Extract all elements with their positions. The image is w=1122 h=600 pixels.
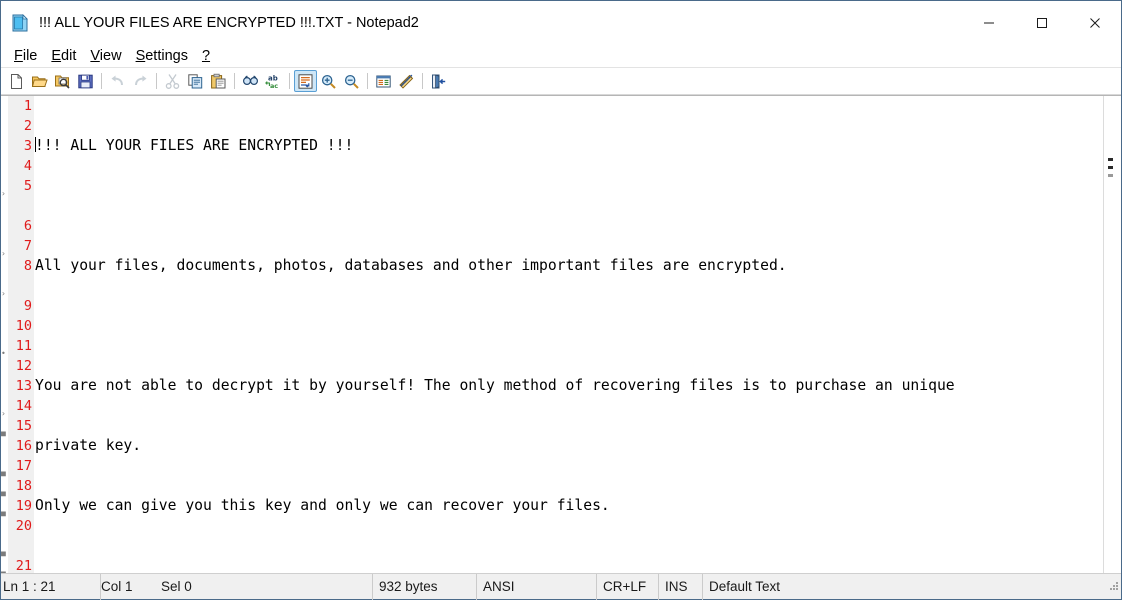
minimize-button[interactable] [962, 1, 1015, 44]
exit-icon[interactable] [427, 70, 450, 92]
line-number: 6 [23, 218, 32, 234]
line-number: 12 [15, 358, 32, 374]
text-content[interactable]: !!! ALL YOUR FILES ARE ENCRYPTED !!! All… [34, 96, 1103, 573]
text-line: All your files, documents, photos, datab… [35, 256, 1103, 276]
browse-file-icon[interactable] [51, 70, 74, 92]
text-line: Only we can give you this key and only w… [35, 496, 1103, 516]
status-position: Ln 1 : 21 [1, 573, 101, 600]
paste-icon[interactable] [207, 70, 230, 92]
window-controls [962, 1, 1121, 44]
scheme-icon[interactable] [372, 70, 395, 92]
status-encoding[interactable]: ANSI [477, 573, 597, 600]
line-number-continuation [8, 276, 32, 296]
text-line-content: All your files, documents, photos, datab… [35, 257, 787, 274]
replace-icon[interactable]: ab ac [262, 70, 285, 92]
scrollbar-marker [1108, 158, 1113, 161]
line-number: 14 [15, 398, 32, 414]
undo-icon[interactable] [106, 70, 129, 92]
status-column: Col 1 [101, 579, 133, 594]
menu-item-file[interactable]: File [7, 46, 44, 66]
toolbar-separator [156, 73, 157, 89]
line-number: 10 [15, 318, 32, 334]
vertical-scrollbar[interactable] [1103, 96, 1121, 573]
line-number: 5 [23, 178, 32, 194]
status-bytes: 932 bytes [373, 573, 477, 600]
line-number: 2 [23, 118, 32, 134]
text-line-content: Only we can give you this key and only w… [35, 497, 610, 514]
scrollbar-marker [1108, 166, 1113, 169]
menu-item-edit[interactable]: Edit [44, 46, 83, 66]
text-line-wrapped: private key. [35, 436, 1103, 456]
line-number: 20 [15, 518, 32, 534]
text-line-content: private key. [35, 437, 142, 454]
notepad2-window: !!! ALL YOUR FILES ARE ENCRYPTED !!!.TXT… [0, 0, 1122, 600]
toolbar: ab ac [1, 68, 1121, 95]
text-line: You are not able to decrypt it by yourse… [35, 376, 1103, 396]
line-number: 11 [15, 338, 32, 354]
redo-icon[interactable] [129, 70, 152, 92]
line-number-gutter: 1 2 3 4 5 6 7 8 9 10 11 12 13 14 15 16 1… [8, 96, 34, 573]
toolbar-separator [101, 73, 102, 89]
line-number-continuation [8, 196, 32, 216]
bookmark-margin[interactable]: › › › • › ■ ■ ■ ■ ■ ■ [1, 96, 8, 573]
line-number: 15 [15, 418, 32, 434]
scrollbar-marker [1108, 174, 1113, 177]
line-number: 18 [15, 478, 32, 494]
word-wrap-icon[interactable] [294, 70, 317, 92]
menu-item-help[interactable]: ? [195, 46, 217, 66]
text-line [35, 316, 1103, 336]
line-number: 1 [23, 98, 32, 114]
line-number: 7 [23, 238, 32, 254]
editor-area[interactable]: › › › • › ■ ■ ■ ■ ■ ■ 1 2 3 4 5 6 7 8 9 … [1, 95, 1121, 573]
new-file-icon[interactable] [5, 70, 28, 92]
text-line: !!! ALL YOUR FILES ARE ENCRYPTED !!! [35, 136, 1103, 156]
status-scheme[interactable]: Default Text [703, 574, 1105, 600]
zoom-out-icon[interactable] [340, 70, 363, 92]
status-line-endings[interactable]: CR+LF [597, 573, 659, 600]
line-number: 16 [15, 438, 32, 454]
line-number: 3 [23, 138, 32, 154]
title-bar: !!! ALL YOUR FILES ARE ENCRYPTED !!!.TXT… [1, 1, 1121, 45]
find-icon[interactable] [239, 70, 262, 92]
status-selection: Sel 0 [161, 573, 373, 600]
copy-icon[interactable] [184, 70, 207, 92]
open-file-icon[interactable] [28, 70, 51, 92]
line-number: 13 [15, 378, 32, 394]
toolbar-separator [422, 73, 423, 89]
status-insert-mode[interactable]: INS [659, 573, 703, 600]
cut-icon[interactable] [161, 70, 184, 92]
toolbar-separator [367, 73, 368, 89]
menu-item-view[interactable]: View [83, 46, 128, 66]
toolbar-separator [234, 73, 235, 89]
text-line-content: You are not able to decrypt it by yourse… [35, 377, 955, 394]
menu-item-settings[interactable]: Settings [129, 46, 195, 66]
line-number: 4 [23, 158, 32, 174]
zoom-in-icon[interactable] [317, 70, 340, 92]
text-line [35, 196, 1103, 216]
scheme-options-icon[interactable] [395, 70, 418, 92]
window-title: !!! ALL YOUR FILES ARE ENCRYPTED !!!.TXT… [39, 14, 419, 31]
line-number-continuation [8, 536, 32, 556]
resize-grip[interactable] [1105, 577, 1121, 596]
save-file-icon[interactable] [74, 70, 97, 92]
text-line-content: !!! ALL YOUR FILES ARE ENCRYPTED !!! [35, 137, 354, 154]
svg-text:ac: ac [270, 82, 278, 90]
menu-bar: File Edit View Settings ? [1, 45, 1121, 68]
toolbar-separator [289, 73, 290, 89]
line-number: 19 [15, 498, 32, 514]
line-number: 9 [23, 298, 32, 314]
text-line [35, 556, 1103, 573]
close-button[interactable] [1068, 1, 1121, 44]
status-bar: Ln 1 : 21 Col 1 Sel 0 932 bytes ANSI CR+… [1, 573, 1121, 600]
line-number: 17 [15, 458, 32, 474]
line-number: 8 [23, 258, 32, 274]
line-number: 21 [15, 558, 32, 573]
maximize-button[interactable] [1015, 1, 1068, 44]
notepad2-document-icon [9, 12, 31, 34]
